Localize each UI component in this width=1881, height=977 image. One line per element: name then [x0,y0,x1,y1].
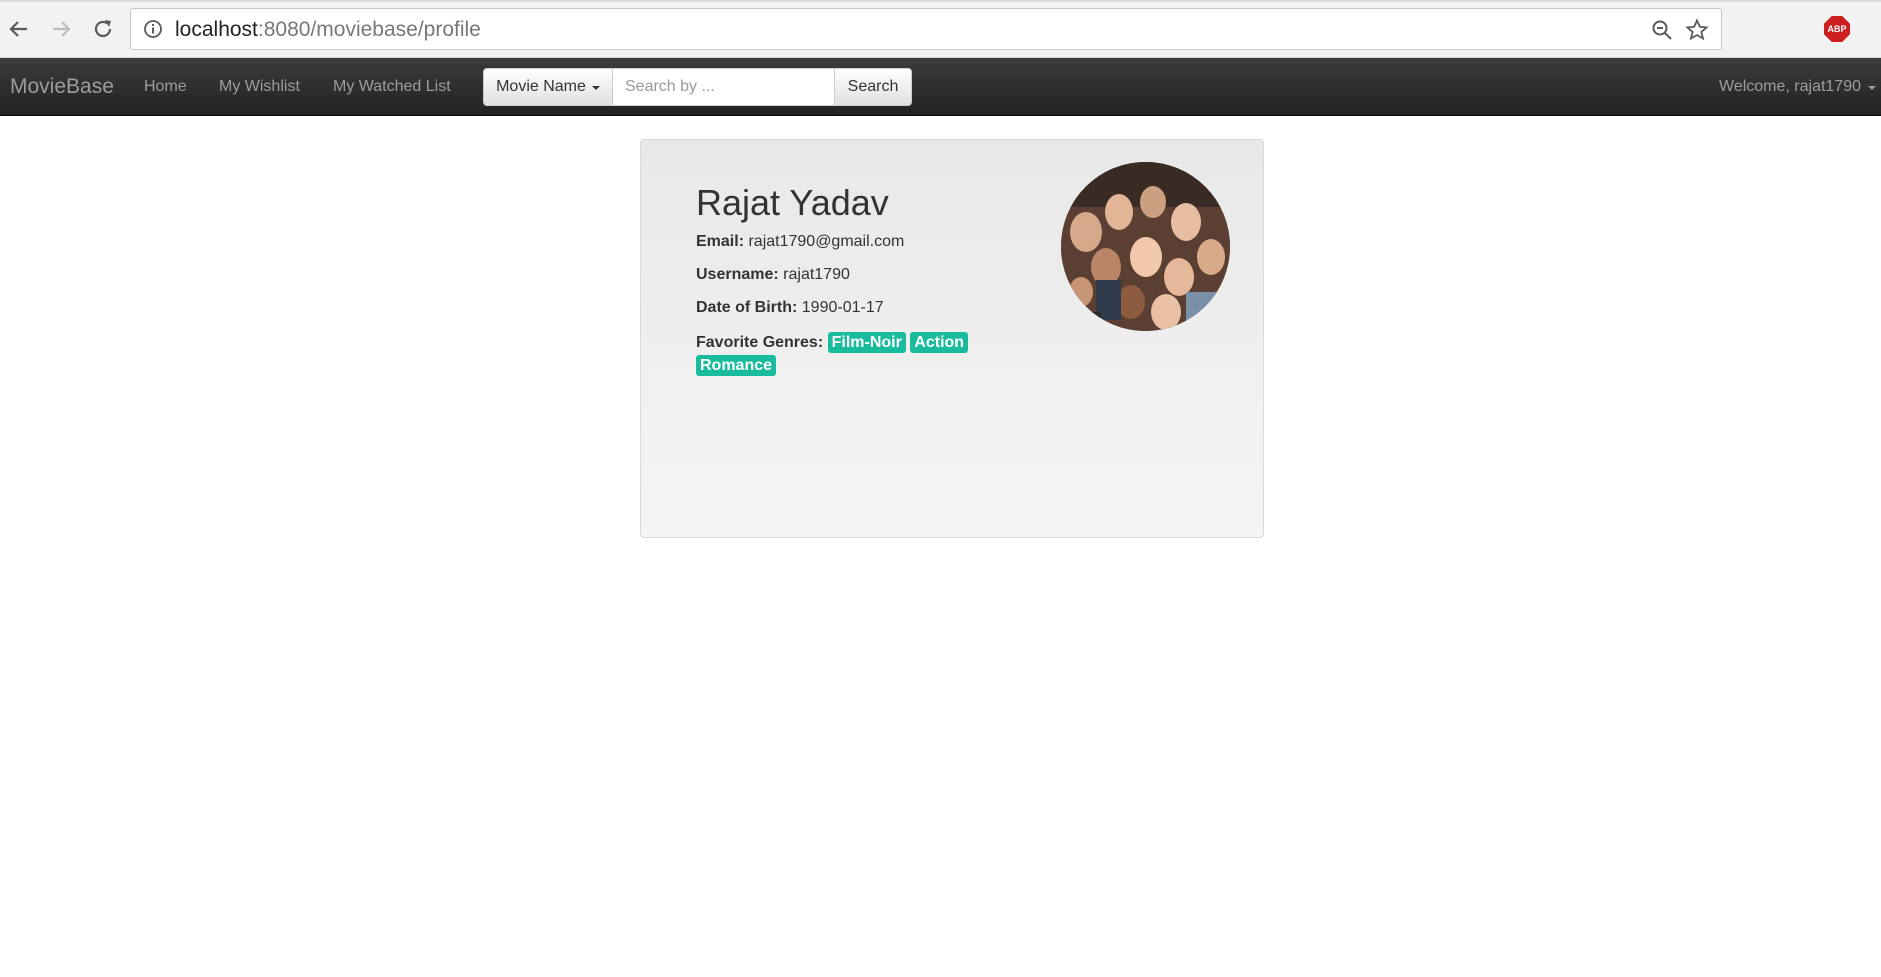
bookmark-star-icon[interactable] [1685,18,1709,42]
browser-toolbar: localhost:8080/moviebase/profile ABP [0,0,1881,58]
email-label: Email: [696,233,745,250]
brand-logo[interactable]: MovieBase [10,75,114,99]
dob-row: Date of Birth: 1990-01-17 [696,299,884,317]
dob-value: 1990-01-17 [801,299,884,316]
search-filter-label: Movie Name [496,78,586,95]
forward-button[interactable] [44,12,78,46]
search-filter-dropdown[interactable]: Movie Name [483,68,613,106]
reload-button[interactable] [86,12,120,46]
back-button[interactable] [2,12,36,46]
tab-strip [0,0,1881,2]
profile-card: Rajat Yadav Email: rajat1790@gmail.com U… [640,139,1264,538]
genre-badge: Film-Noir [827,332,906,353]
nav-link-home[interactable]: Home [144,78,187,96]
adblock-label: ABP [1827,24,1847,34]
caret-down-icon [1868,86,1876,90]
url-host: localhost [175,18,258,41]
caret-down-icon [591,86,600,90]
search-input[interactable] [613,68,834,106]
arrow-left-icon [9,21,27,37]
username-row: Username: rajat1790 [696,266,850,284]
user-menu[interactable]: Welcome, rajat1790 [1719,78,1876,96]
address-bar[interactable]: localhost:8080/moviebase/profile [130,8,1722,50]
search-button[interactable]: Search [834,68,912,106]
app-navbar: MovieBase Home My Wishlist My Watched Li… [0,58,1881,116]
genres-label: Favorite Genres: [696,334,824,351]
search-form: Movie Name Search [483,68,912,106]
email-value: rajat1790@gmail.com [748,233,905,250]
nav-link-wishlist[interactable]: My Wishlist [219,78,300,96]
url-path: :8080/moviebase/profile [257,18,481,41]
group-photo-image [1061,162,1230,331]
profile-name: Rajat Yadav [696,182,889,223]
nav-link-watched-list[interactable]: My Watched List [333,78,451,96]
dob-label: Date of Birth: [696,299,798,316]
genre-badge: Romance [696,355,777,376]
username-label: Username: [696,266,779,283]
zoom-icon[interactable] [1651,19,1673,41]
profile-avatar [1061,162,1230,331]
genre-badge: Action [910,332,969,353]
reload-icon [94,20,112,38]
email-row: Email: rajat1790@gmail.com [696,233,904,251]
arrow-right-icon [53,21,71,37]
welcome-text: Welcome, rajat1790 [1719,78,1861,95]
url-text[interactable]: localhost:8080/moviebase/profile [175,18,481,42]
adblock-extension-icon[interactable]: ABP [1824,16,1850,42]
info-icon[interactable] [143,19,163,39]
username-value: rajat1790 [783,266,850,283]
favorite-genres-row: Favorite Genres: Film-Noir Action Romanc… [696,332,986,378]
